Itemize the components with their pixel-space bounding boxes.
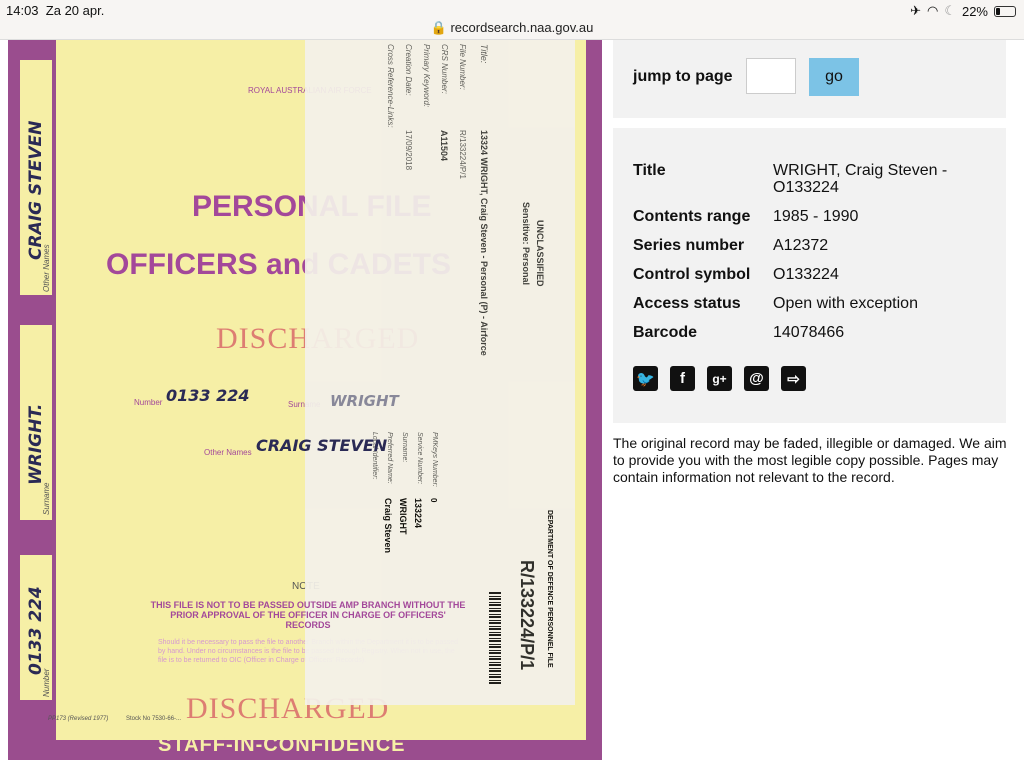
surname-value: WRIGHT xyxy=(330,392,399,410)
status-bar: 14:03 Za 20 apr. 🔒 recordsearch.naa.gov.… xyxy=(0,0,1024,40)
preferred-name-value: Craig Steven xyxy=(383,498,393,554)
cover-field-label: Title: xyxy=(479,44,489,64)
url-text: recordsearch.naa.gov.au xyxy=(450,20,594,35)
go-button[interactable]: go xyxy=(809,58,859,96)
info-key: Title xyxy=(633,162,666,179)
moon-icon: ☾ xyxy=(944,3,956,18)
twitter-icon[interactable]: 🐦 xyxy=(633,366,658,391)
status-time: 14:03 Za 20 apr. xyxy=(6,3,104,18)
status-icons: ✈ ◠ ☾ 22% xyxy=(910,3,1016,19)
cover-field-label: File Number: xyxy=(458,44,467,90)
cover-surname-value: WRIGHT xyxy=(398,498,408,535)
tab-surname: WRIGHT. Surname xyxy=(20,325,52,520)
pmkeys-label: PMKeys Number: xyxy=(431,432,438,487)
export-icon[interactable]: ⇨ xyxy=(781,366,806,391)
cover-field-label: Cross Reference-Links: xyxy=(386,44,395,128)
info-value: Open with exception xyxy=(773,295,918,312)
staff-in-confidence: STAFF-IN-CONFIDENCE xyxy=(158,734,406,756)
lock-icon: 🔒 xyxy=(430,20,447,35)
info-key: Access status xyxy=(633,295,741,312)
info-value: WRIGHT, Craig Steven - O133224 xyxy=(773,162,948,196)
share-icons: 🐦 f g+ @ ⇨ xyxy=(633,366,806,391)
form-number: PP173 (Revised 1977) xyxy=(48,716,109,722)
info-key: Barcode xyxy=(633,324,698,341)
service-value: 133224 xyxy=(413,498,423,529)
info-value: O133224 xyxy=(773,266,839,283)
info-key: Contents range xyxy=(633,208,751,225)
cover-field-value: A11504 xyxy=(439,130,449,162)
page-number-input[interactable] xyxy=(746,58,796,94)
number-label: Number xyxy=(134,398,163,407)
tab-surname-label: Surname xyxy=(42,482,51,515)
info-key: Series number xyxy=(633,237,745,254)
number-value: 0133 224 xyxy=(166,386,250,405)
record-info-panel: Title WRIGHT, Craig Steven - O133224 Cont… xyxy=(613,128,1006,423)
legibility-notice: The original record may be faded, illegi… xyxy=(613,435,1007,485)
tab-number-value: 0133 224 xyxy=(26,586,46,675)
facebook-icon[interactable]: f xyxy=(670,366,695,391)
other-names-value: CRAIG STEVEN xyxy=(256,436,388,455)
cover-field-value: 17/09/2018 xyxy=(404,130,413,171)
tab-number-label: Number xyxy=(42,668,51,697)
service-label: Service Number: xyxy=(416,432,423,485)
tab-other-names: CRAIG STEVEN Other Names xyxy=(20,60,52,295)
info-value: 14078466 xyxy=(773,324,845,341)
wifi-icon: ◠ xyxy=(926,3,939,18)
battery-percent: 22% xyxy=(961,3,988,19)
tab-other-names-label: Other Names xyxy=(42,244,51,292)
cover-field-value: R/133224/P/1 xyxy=(458,130,467,179)
time: 14:03 xyxy=(6,3,39,18)
tab-surname-value: WRIGHT. xyxy=(26,403,46,485)
barcode-image xyxy=(489,592,501,684)
info-key: Control symbol xyxy=(633,266,751,283)
battery-icon xyxy=(994,5,1016,17)
airplane-icon: ✈ xyxy=(910,3,921,18)
cover-surname-label: Surname: xyxy=(401,432,408,463)
cover-field-value: 13324 WRIGHT, Craig Steven - Personal (P… xyxy=(479,130,489,356)
stock-number: Stock No 7530-66-... xyxy=(126,716,182,722)
note-bold: THIS FILE IS NOT TO BE PASSED OUTSIDE AM… xyxy=(150,600,466,630)
jump-label: jump to page xyxy=(633,68,733,85)
sensitivity: Sensitive: Personal xyxy=(521,202,531,286)
classification: UNCLASSIFIED xyxy=(535,220,545,287)
info-value: 1985 - 1990 xyxy=(773,208,859,225)
department-label: DEPARTMENT OF DEFENCE PERSONNEL FILE xyxy=(546,510,553,668)
address-bar[interactable]: 🔒 recordsearch.naa.gov.au xyxy=(0,20,1024,36)
cover-field-label: Primary Keyword: xyxy=(422,44,431,108)
cover-field-label: CRS Number: xyxy=(440,44,449,94)
document-page-image: CRAIG STEVEN Other Names WRIGHT. Surname… xyxy=(8,40,602,760)
file-number: R/133224/P/1 xyxy=(517,560,537,671)
pmkeys-value: 0 xyxy=(429,498,438,503)
cover-field-label: Creation Date: xyxy=(404,44,413,96)
info-value: A12372 xyxy=(773,237,829,254)
email-icon[interactable]: @ xyxy=(744,366,769,391)
tab-other-names-value: CRAIG STEVEN xyxy=(26,120,46,260)
date: Za 20 apr. xyxy=(45,3,105,18)
google-plus-icon[interactable]: g+ xyxy=(707,366,732,391)
jump-to-page-panel: jump to page go xyxy=(613,40,1006,118)
tab-number: 0133 224 Number xyxy=(20,555,52,700)
other-names-label: Other Names xyxy=(204,448,252,457)
